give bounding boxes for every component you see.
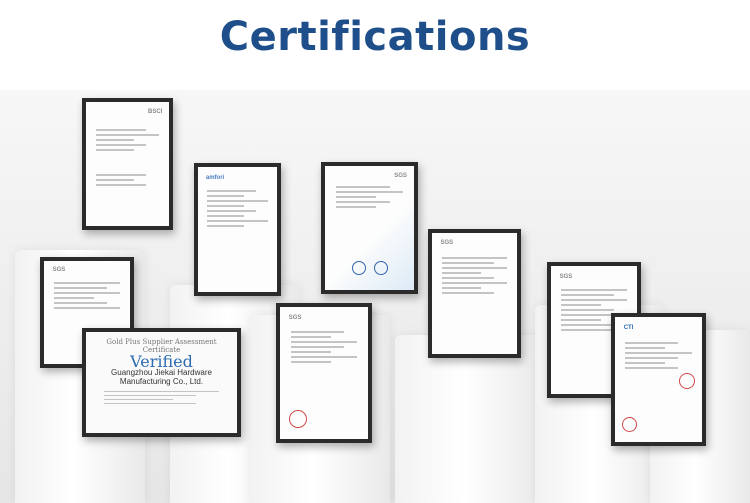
certificate-logo: amfori bbox=[205, 174, 225, 181]
certificate-logo: CTI bbox=[623, 324, 634, 331]
pedestal bbox=[395, 335, 545, 503]
certificate-frame: SGS bbox=[321, 162, 418, 294]
certificate-logo: SGS bbox=[440, 240, 454, 247]
company-name: Guangzhou Jiekai Hardware Manufacturing … bbox=[111, 368, 212, 387]
certificate-logo: SGS bbox=[559, 273, 573, 280]
certificate-frame: CTI bbox=[611, 313, 706, 446]
certificate-frame: amfori bbox=[194, 163, 281, 296]
certificate-frame: SGS bbox=[428, 229, 521, 358]
certificate-logo: BSCI bbox=[148, 109, 163, 116]
certificate-frame: SGS bbox=[276, 303, 372, 443]
gold-supplier-certificate: Gold Plus Supplier Assessment Certificat… bbox=[82, 328, 241, 437]
page-title: Certifications bbox=[219, 14, 531, 60]
certificate-frame: BSCI bbox=[82, 98, 173, 230]
certificate-logo: SGS bbox=[394, 173, 407, 180]
certificate-logo: SGS bbox=[52, 267, 66, 274]
certificate-logo: SGS bbox=[288, 314, 302, 321]
